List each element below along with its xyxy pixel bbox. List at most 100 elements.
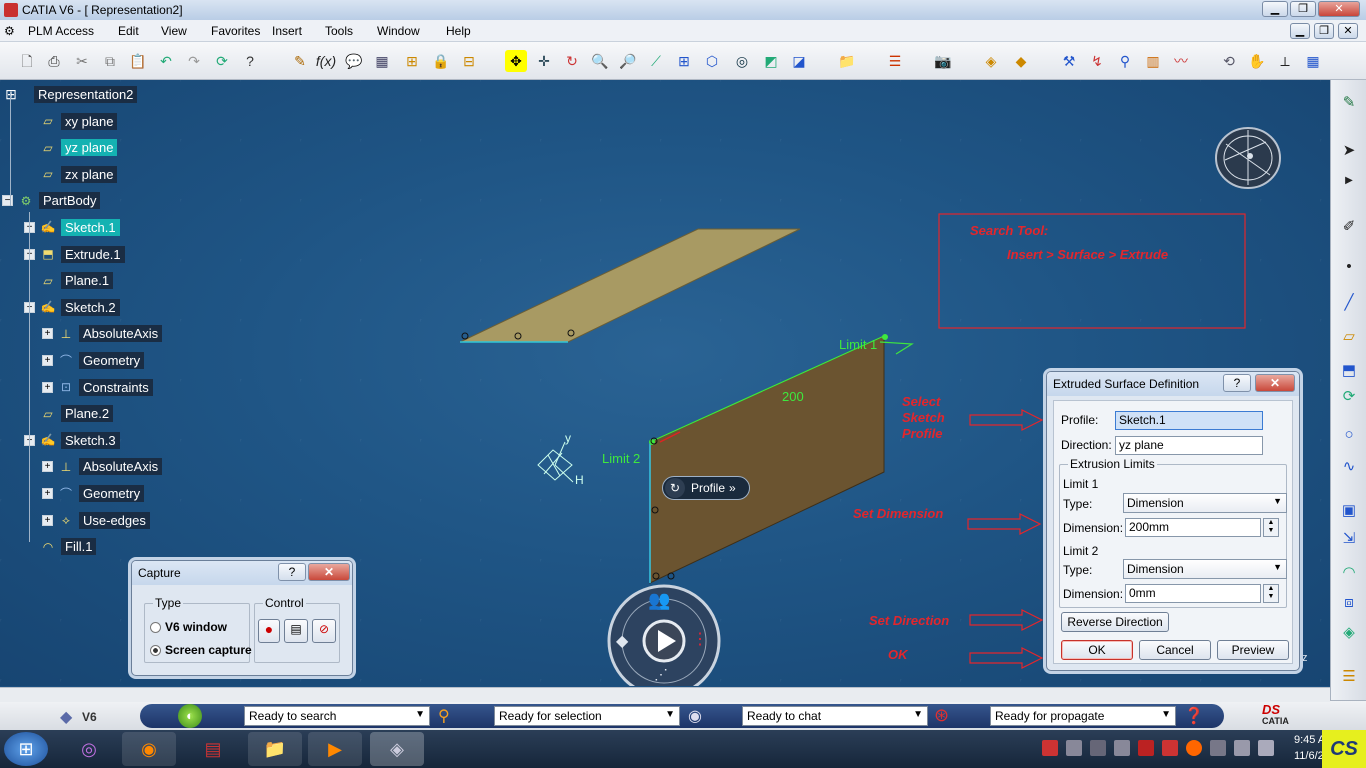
firefox-icon[interactable]: ◉ — [122, 732, 176, 766]
point-icon[interactable]: • — [1338, 256, 1360, 278]
comment-icon[interactable]: 💬 — [343, 50, 365, 72]
hand-icon[interactable]: ✋ — [1246, 50, 1268, 72]
explorer-icon[interactable]: 📁 — [248, 732, 302, 766]
clock-time[interactable]: 9:45 A — [1294, 734, 1325, 746]
search-circle-icon[interactable]: ◐ — [178, 704, 202, 728]
extrude-close-button[interactable]: ✕ — [1255, 374, 1295, 392]
tree-tool-icon[interactable]: ⊞ — [401, 50, 423, 72]
zoom-out-icon[interactable]: 🔎 — [617, 50, 639, 72]
tray-icon-5[interactable] — [1138, 740, 1154, 756]
formula-icon[interactable]: f(x) — [315, 50, 337, 72]
volume-icon[interactable] — [1258, 740, 1274, 756]
multi-view-icon[interactable]: ⊞ — [673, 50, 695, 72]
catalog-icon[interactable]: ⊟ — [458, 50, 480, 72]
tray-icon-1[interactable] — [1042, 740, 1058, 756]
multisection-tool-icon[interactable]: ◈ — [1338, 622, 1360, 644]
radio-icon[interactable] — [150, 621, 161, 633]
hide-show-icon[interactable]: ◩ — [760, 50, 782, 72]
limit1-label[interactable]: Limit 1 — [839, 337, 877, 352]
profile-field[interactable]: Sketch.1 — [1115, 411, 1263, 430]
sketcher-icon[interactable]: ✐ — [1338, 216, 1360, 238]
minimize-button[interactable]: ▁ — [1262, 1, 1288, 17]
tray-icon-2[interactable] — [1066, 740, 1082, 756]
menu-window[interactable]: Window — [377, 24, 420, 38]
sweep-tool-icon[interactable]: ⇲ — [1338, 528, 1360, 550]
chat-icon[interactable]: ◉ — [688, 706, 702, 726]
inertia-icon[interactable]: ⚲ — [1114, 50, 1136, 72]
limit2-label[interactable]: Limit 2 — [602, 451, 640, 466]
material-icon[interactable]: ◆ — [1010, 50, 1032, 72]
extrude-help-button[interactable]: ? — [1223, 374, 1251, 392]
propagate-field[interactable]: Ready for propagate ▼ — [990, 706, 1176, 726]
selection-tool-icon[interactable]: ⚲ — [438, 706, 450, 726]
fill-tool-icon[interactable]: ◠ — [1338, 562, 1360, 584]
capture-help-button[interactable]: ? — [278, 563, 306, 581]
profile-context-button[interactable]: ↻ Profile » — [662, 476, 750, 500]
tray-icon-3[interactable] — [1090, 740, 1106, 756]
print-icon[interactable]: ⎙ — [43, 50, 65, 72]
paste-icon[interactable]: 📋 — [127, 50, 149, 72]
copy-icon[interactable]: ⧉ — [99, 50, 121, 72]
knowledge-icon[interactable]: ✎ — [289, 50, 311, 72]
propagate-icon[interactable]: ⊛ — [934, 705, 949, 726]
limit1-arrow[interactable] — [879, 341, 914, 355]
direction-field[interactable]: yz plane — [1115, 436, 1263, 455]
curvature-icon[interactable]: 〰 — [1170, 50, 1192, 72]
tray-icon-7[interactable] — [1186, 740, 1202, 756]
capture-stop-icon[interactable]: ⊘ — [312, 619, 336, 643]
table-icon[interactable]: ▦ — [371, 50, 393, 72]
iso-view-icon[interactable]: ⬡ — [701, 50, 723, 72]
refresh-icon[interactable]: ⟲ — [1218, 50, 1240, 72]
preview-extruded-surface[interactable] — [649, 335, 885, 584]
preview-button[interactable]: Preview — [1217, 640, 1289, 660]
compass-widget[interactable] — [1215, 127, 1281, 189]
normal-view-icon[interactable]: ⟋ — [645, 50, 667, 72]
plane-tool-icon[interactable]: ▱ — [1338, 326, 1360, 348]
undo-icon[interactable]: ↶ — [155, 50, 177, 72]
doc-close-button[interactable]: ✕ — [1338, 23, 1358, 39]
wheel-bottom-icon[interactable]: ⋰ — [654, 666, 668, 683]
catia-taskbar-icon[interactable]: ◈ — [370, 732, 424, 766]
thickness-icon[interactable]: ▥ — [1142, 50, 1164, 72]
cut-icon[interactable]: ✂ — [71, 50, 93, 72]
archiver-icon[interactable]: ▤ — [186, 732, 240, 766]
analysis-icon[interactable]: ⚒ — [1058, 50, 1080, 72]
doc-restore-button[interactable]: ❐ — [1314, 23, 1334, 39]
capture-close-button[interactable]: ✕ — [308, 563, 350, 581]
reverse-direction-button[interactable]: Reverse Direction — [1061, 612, 1169, 632]
search-field[interactable]: Ready to search ▼ — [244, 706, 430, 726]
restore-button[interactable]: ❐ — [1290, 1, 1316, 17]
whats-this-icon[interactable]: ? — [239, 50, 261, 72]
cancel-button[interactable]: Cancel — [1139, 640, 1211, 660]
help-3d-icon[interactable]: ❓ — [1184, 706, 1204, 726]
rotate-icon[interactable]: ↻ — [561, 50, 583, 72]
circle-tool-icon[interactable]: ○ — [1338, 424, 1360, 446]
shading-icon[interactable]: ◎ — [731, 50, 753, 72]
wheel-right-icon[interactable]: ⋮ — [692, 629, 708, 649]
doc-minimize-button[interactable]: ▁ — [1290, 23, 1310, 39]
menu-plm-access[interactable]: PLM Access — [28, 24, 94, 38]
lock-icon[interactable]: 🔒 — [430, 50, 452, 72]
capture-option-screen[interactable]: Screen capture — [150, 643, 252, 657]
menu-view[interactable]: View — [161, 24, 187, 38]
extrude1-surface[interactable] — [459, 228, 801, 343]
people-icon[interactable]: 👥 — [648, 590, 670, 611]
capture-options-icon[interactable]: ▤ — [284, 619, 308, 643]
layers-tool-icon[interactable]: ☰ — [1338, 666, 1360, 688]
menu-help[interactable]: Help — [446, 24, 471, 38]
capture-option-v6-window[interactable]: V6 window — [150, 620, 227, 634]
network-icon[interactable] — [1234, 740, 1250, 756]
measure-icon[interactable]: ↯ — [1086, 50, 1108, 72]
update-icon[interactable]: ⟳ — [211, 50, 233, 72]
sketch-tool-icon[interactable]: ✎ — [1338, 92, 1360, 114]
limit2-dimension-input[interactable]: 0mm — [1125, 584, 1261, 603]
limit1-dimension-input[interactable]: 200mm — [1125, 518, 1261, 537]
zoom-in-icon[interactable]: 🔍 — [589, 50, 611, 72]
revolve-tool-icon[interactable]: ⟳ — [1338, 386, 1360, 408]
new-icon[interactable]: 🗋 — [16, 50, 38, 72]
taskbar-app-icon[interactable]: ◎ — [62, 732, 116, 766]
chat-field[interactable]: Ready to chat ▼ — [742, 706, 928, 726]
menu-tools[interactable]: Tools — [325, 24, 353, 38]
expand-arrow-icon[interactable]: ▶ — [1338, 170, 1360, 192]
camera-icon[interactable]: 📷 — [932, 50, 954, 72]
